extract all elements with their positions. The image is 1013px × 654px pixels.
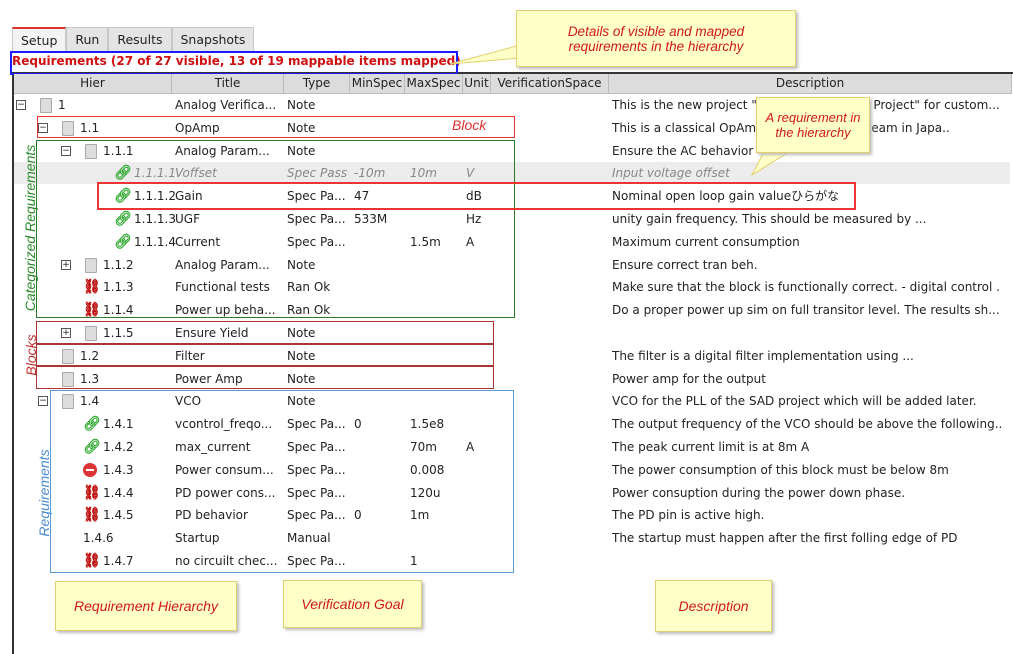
- details-pointer: [449, 44, 521, 65]
- requirement-callout: A requirement in the hierarchy: [756, 97, 870, 153]
- hierarchy-callout: Requirement Hierarchy: [55, 581, 237, 631]
- goal-callout: Verification Goal: [283, 580, 422, 628]
- details-callout: Details of visible and mapped requiremen…: [516, 10, 796, 67]
- description-callout: Description: [655, 580, 772, 632]
